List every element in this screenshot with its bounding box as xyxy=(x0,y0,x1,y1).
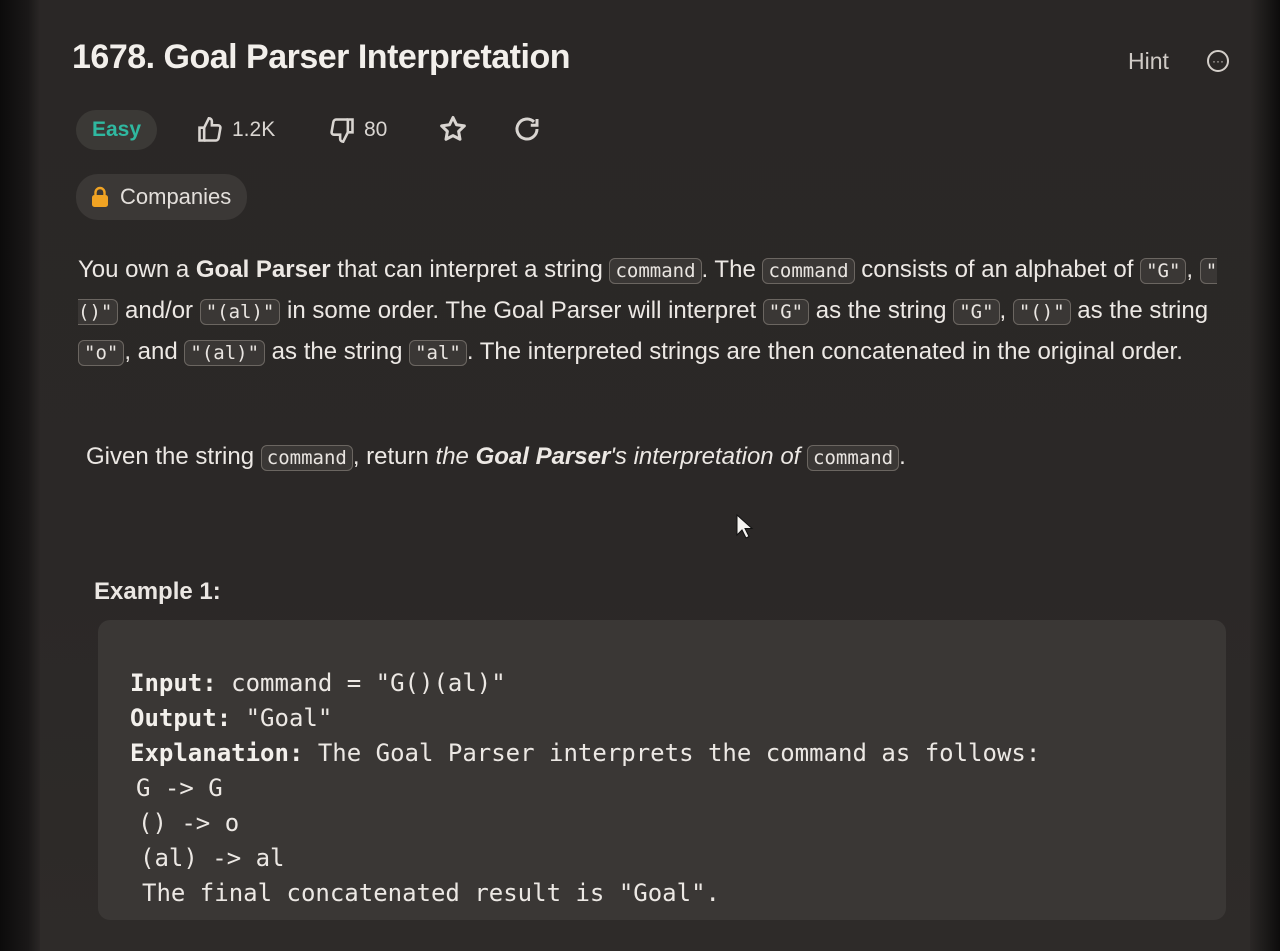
inline-code: "(al)" xyxy=(184,340,266,366)
text-segment: , xyxy=(999,297,1013,324)
inline-code: command xyxy=(807,445,900,471)
companies-label: Companies xyxy=(120,184,232,209)
inline-code: "()" xyxy=(1012,299,1071,325)
text-segment: consists of an alphabet of xyxy=(854,256,1141,283)
lock-icon xyxy=(92,186,108,207)
inline-code: "G" xyxy=(1140,258,1187,284)
example-1-content: Input: command = "G()(al)" Output: "Goal… xyxy=(130,666,1040,911)
problem-title: 1678. Goal Parser Interpretation xyxy=(72,38,570,76)
screen-edge-left xyxy=(0,0,40,951)
inline-code: "(al)" xyxy=(199,299,281,325)
text-segment: , return xyxy=(352,443,436,470)
text-segment: Given the string xyxy=(86,443,261,470)
difficulty-badge: Easy xyxy=(76,110,158,150)
text-segment: the xyxy=(435,443,476,470)
dislike-count: 80 xyxy=(364,118,388,141)
text-segment: , xyxy=(1186,256,1200,283)
text-segment: that can interpret a string xyxy=(330,256,610,283)
inline-code: command xyxy=(260,445,353,471)
mouse-cursor-icon xyxy=(736,514,754,539)
text-segment: in some order. The Goal Parser will inte… xyxy=(280,297,763,324)
output-label: Output: xyxy=(130,704,232,732)
share-button[interactable] xyxy=(512,114,542,149)
bold-text: Goal Parser xyxy=(195,256,331,283)
dislike-button[interactable]: 80 xyxy=(328,116,387,144)
screen-edge-right xyxy=(1250,0,1280,951)
text-segment: , and xyxy=(124,338,185,365)
input-value: command = "G()(al)" xyxy=(231,669,506,697)
example-input-line: Input: command = "G()(al)" xyxy=(130,666,1040,701)
hint-button[interactable]: Hint xyxy=(1128,48,1169,75)
output-value: "Goal" xyxy=(245,704,333,732)
text-segment: as the string xyxy=(265,338,410,365)
bold-text: Goal Parser xyxy=(475,443,611,470)
explanation-line-4: The final concatenated result is "Goal". xyxy=(142,879,720,907)
description-paragraph-1: You own a Goal Parser that can interpret… xyxy=(78,250,1228,373)
text-segment: You own a xyxy=(78,256,196,283)
text-segment: and/or xyxy=(118,297,200,324)
example-explanation-line: Explanation: The Goal Parser interprets … xyxy=(130,736,1040,771)
inline-code: "G" xyxy=(953,299,1000,325)
more-icon[interactable]: ··· xyxy=(1207,50,1229,72)
explanation-line-2: () -> o xyxy=(138,809,240,837)
inline-code: command xyxy=(609,258,702,284)
inline-code: "G" xyxy=(762,299,810,325)
explanation-label: Explanation: xyxy=(130,739,304,767)
text-segment: as the string xyxy=(809,297,954,324)
inline-code: command xyxy=(762,258,855,284)
explanation-line-1: G -> G xyxy=(136,774,223,802)
text-segment: 's interpretation of xyxy=(610,443,807,470)
example-1-title: Example 1: xyxy=(94,578,221,605)
like-count: 1.2K xyxy=(232,118,276,141)
favorite-button[interactable] xyxy=(438,114,468,149)
explanation-line-3: (al) -> al xyxy=(140,844,285,872)
explanation-value: The Goal Parser interprets the command a… xyxy=(317,739,1041,767)
example-output-line: Output: "Goal" xyxy=(130,701,1040,736)
thumbs-down-icon xyxy=(330,118,354,143)
star-icon xyxy=(440,116,466,141)
text-segment: as the string xyxy=(1070,297,1209,324)
text-segment: . The xyxy=(701,256,763,283)
inline-code: "o" xyxy=(78,340,125,366)
like-button[interactable]: 1.2K xyxy=(196,116,275,144)
input-label: Input: xyxy=(130,669,217,697)
companies-button[interactable]: Companies xyxy=(76,174,248,220)
text-segment: . The interpreted strings are then conca… xyxy=(466,338,1183,365)
inline-code: "al" xyxy=(409,340,467,366)
text-segment: . xyxy=(899,443,906,470)
description-paragraph-2: Given the string command, return the Goa… xyxy=(86,437,1236,478)
screen: 1678. Goal Parser Interpretation Hint ··… xyxy=(0,0,1280,951)
refresh-icon xyxy=(515,117,539,141)
thumbs-up-icon xyxy=(198,117,222,142)
